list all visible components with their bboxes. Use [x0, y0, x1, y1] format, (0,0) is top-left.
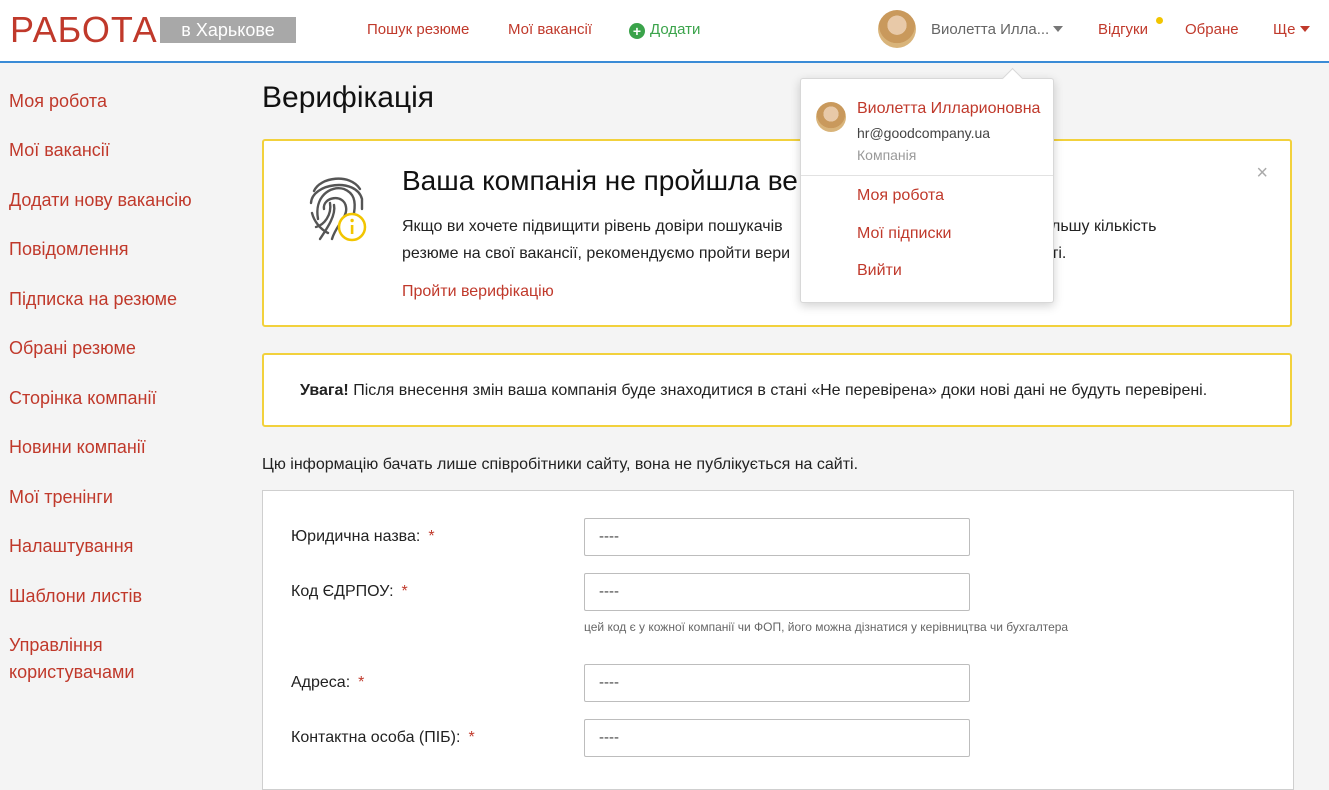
legal-name-label: Юридична назва: * [291, 528, 435, 546]
required-mark: * [401, 583, 408, 600]
chevron-down-icon [1299, 26, 1310, 32]
nav-search-resume[interactable]: Пошук резюме [367, 20, 469, 40]
top-header: РАБОТА в Харькове Пошук резюме Мої вакан… [0, 0, 1329, 63]
warning-banner: Увага! Після внесення змін ваша компанія… [262, 353, 1292, 427]
verification-description: Якщо ви хочете підвищити рівень довіри п… [402, 213, 1192, 267]
edrpou-input[interactable]: ---- [584, 573, 970, 611]
fingerprint-icon [309, 177, 367, 242]
warning-text: Увага! Після внесення змін ваша компанія… [300, 382, 1207, 400]
dropdown-user-name[interactable]: Виолетта Илларионовна [857, 100, 1040, 118]
sidebar-item-messages[interactable]: Повідомлення [9, 236, 129, 263]
sidebar-item-saved-resumes[interactable]: Обрані резюме [9, 335, 136, 362]
sidebar-item-my-vacancies[interactable]: Мої вакансії [9, 137, 110, 164]
city-badge[interactable]: в Харькове [160, 17, 296, 43]
address-input[interactable]: ---- [584, 664, 970, 702]
verification-form: Юридична назва: * ---- Код ЄДРПОУ: * ---- … [262, 490, 1294, 790]
contact-person-label: Контактна особа (ПІБ): * [291, 729, 475, 747]
close-icon[interactable]: × [1256, 163, 1268, 183]
edrpou-label-text: Код ЄДРПОУ: [291, 583, 394, 600]
dropdown-user-role: Компанія [857, 147, 917, 163]
chevron-down-icon [1053, 26, 1064, 32]
nav-add-button[interactable]: + Додати [629, 20, 700, 40]
nav-favorites[interactable]: Обране [1185, 20, 1239, 40]
privacy-note: Цю інформацію бачать лише співробітники … [262, 456, 859, 473]
edrpou-hint: цей код є у кожної компанії чи ФОП, його… [584, 620, 1069, 634]
user-avatar [816, 102, 846, 132]
dropdown-item-my-subscriptions[interactable]: Мої підписки [857, 225, 951, 243]
sidebar-item-settings[interactable]: Налаштування [9, 533, 133, 560]
contact-person-input[interactable]: ---- [584, 719, 970, 757]
sidebar-item-resume-subscription[interactable]: Підписка на резюме [9, 286, 177, 313]
verification-text-line2: резюме на свої вакансії, рекомендуємо пр… [402, 245, 791, 262]
contact-person-label-text: Контактна особа (ПІБ): [291, 729, 461, 746]
sidebar-item-label: Управління [9, 635, 103, 655]
verification-text-line1: Якщо ви хочете підвищити рівень довіри п… [402, 218, 783, 235]
sidebar-item-user-management[interactable]: Управління користувачами [9, 632, 134, 686]
required-mark: * [428, 528, 435, 545]
sidebar-item-my-trainings[interactable]: Мої тренінги [9, 484, 113, 511]
dropdown-arrow [1001, 67, 1024, 90]
nav-more[interactable]: Ще [1273, 20, 1310, 40]
user-menu-toggle[interactable]: Виолетта Илла... [931, 20, 1064, 40]
sidebar-item-company-page[interactable]: Сторінка компанії [9, 385, 156, 412]
user-name-label: Виолетта Илла... [931, 21, 1050, 38]
warning-label: Увага! [300, 382, 349, 399]
nav-more-label: Ще [1273, 21, 1296, 38]
site-logo[interactable]: РАБОТА [10, 10, 158, 50]
start-verification-link[interactable]: Пройти верифікацію [402, 283, 554, 301]
dropdown-item-my-work[interactable]: Моя робота [857, 187, 944, 205]
verification-heading: Ваша компанія не пройшла ве [402, 165, 798, 196]
verification-banner: Ваша компанія не пройшла ве Якщо ви хоче… [262, 139, 1292, 327]
dropdown-divider [801, 175, 1053, 176]
required-mark: * [468, 729, 475, 746]
legal-name-label-text: Юридична назва: [291, 528, 421, 545]
nav-responses[interactable]: Відгуки [1098, 20, 1148, 40]
sidebar-item-label-line2: користувачами [9, 662, 135, 682]
edrpou-label: Код ЄДРПОУ: * [291, 583, 408, 601]
sidebar-item-my-work[interactable]: Моя робота [9, 88, 107, 115]
notification-dot [1156, 17, 1163, 24]
required-mark: * [358, 674, 365, 691]
legal-name-input[interactable]: ---- [584, 518, 970, 556]
page-title: Верифікація [262, 81, 435, 114]
sidebar-item-add-vacancy[interactable]: Додати нову вакансію [9, 187, 192, 214]
plus-circle-icon: + [629, 23, 645, 39]
nav-my-vacancies[interactable]: Мої вакансії [508, 20, 592, 40]
address-label: Адреса: * [291, 674, 364, 692]
user-avatar[interactable] [878, 10, 916, 48]
warning-message: Після внесення змін ваша компанія буде з… [348, 382, 1208, 399]
dropdown-user-email: hr@goodcompany.ua [857, 125, 991, 141]
sidebar-item-letter-templates[interactable]: Шаблони листів [9, 583, 142, 610]
nav-add-label: Додати [650, 21, 701, 38]
dropdown-item-logout[interactable]: Вийти [857, 262, 902, 280]
address-label-text: Адреса: [291, 674, 351, 691]
sidebar-item-company-news[interactable]: Новини компанії [9, 434, 146, 461]
user-dropdown-menu: Виолетта Илларионовна hr@goodcompany.ua … [800, 67, 1054, 303]
verification-text-line1-tail: льшу кількість [1051, 218, 1157, 235]
